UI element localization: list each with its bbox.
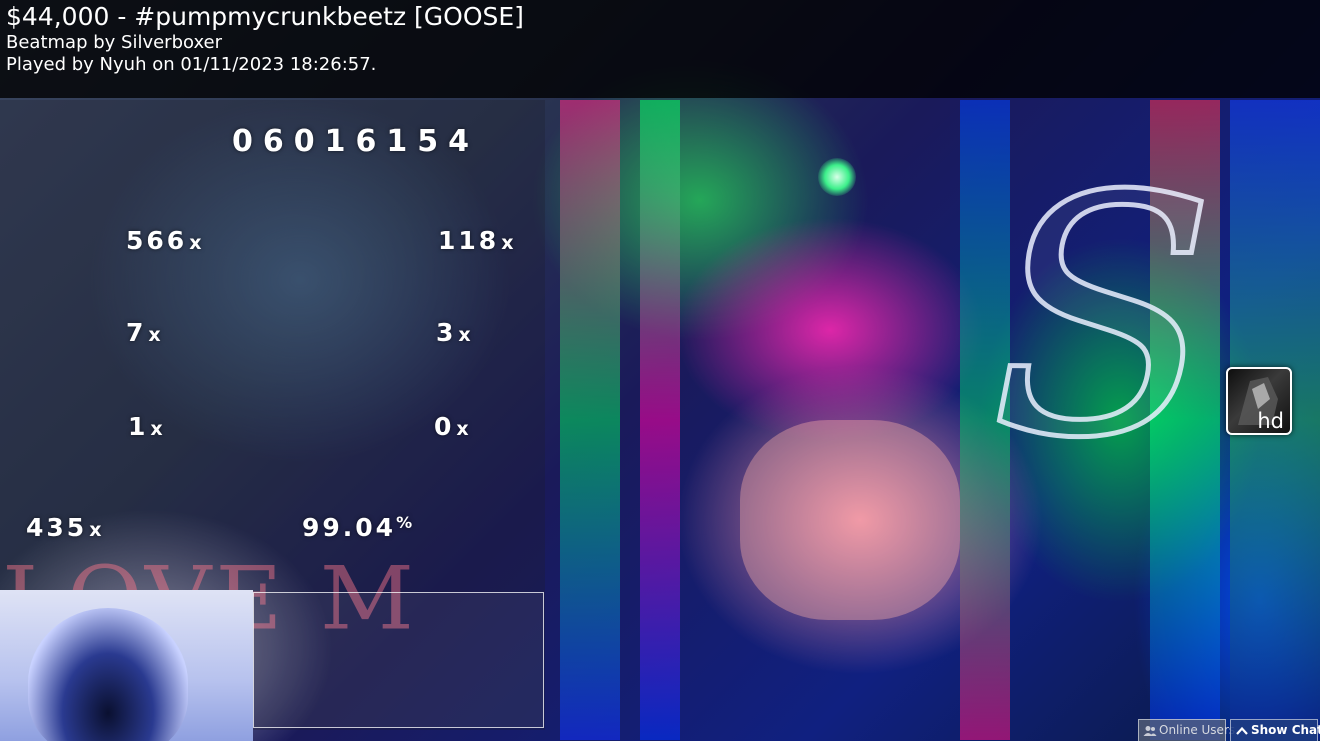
mod-hidden-icon[interactable]: hd — [1226, 367, 1292, 435]
count-50: 1x — [128, 412, 163, 441]
performance-graph — [253, 592, 544, 728]
show-chat-label: Show Chat — [1251, 723, 1320, 737]
multiplier-x: x — [456, 418, 469, 440]
count-miss: 0x — [434, 412, 469, 441]
multiplier-x: x — [89, 519, 102, 541]
count-katu-value: 3 — [436, 318, 457, 347]
accuracy-unit: % — [396, 513, 413, 532]
accuracy: 99.04% — [302, 513, 412, 542]
count-50-value: 1 — [128, 412, 149, 441]
max-combo: 435 x — [26, 513, 101, 542]
accuracy-value: 99.04 — [302, 513, 397, 542]
player-avatar — [0, 590, 253, 741]
glow-dot — [818, 158, 856, 196]
chevron-up-icon — [1236, 726, 1248, 735]
header-bar: $44,000 - #pumpmycrunkbeetz [GOOSE] Beat… — [0, 0, 1320, 98]
count-100: 7x — [126, 318, 161, 347]
multiplier-x: x — [189, 232, 202, 254]
score-value: 06016154 — [232, 124, 479, 159]
multiplier-x: x — [150, 418, 163, 440]
multiplier-x: x — [458, 324, 471, 346]
count-katu: 3x — [436, 318, 471, 347]
count-geki: 118 x — [438, 226, 513, 255]
mod-label: hd — [1257, 409, 1284, 433]
online-users-button[interactable]: Online Users — [1138, 719, 1235, 741]
users-icon — [1143, 725, 1157, 736]
grade-letter: S — [990, 170, 1216, 460]
max-combo-value: 435 — [26, 513, 88, 542]
online-users-label: Online Users — [1159, 723, 1236, 737]
count-100-value: 7 — [126, 318, 147, 347]
grade-s-icon: S — [987, 170, 1218, 460]
beatmap-creator: Beatmap by Silverboxer — [6, 32, 223, 53]
played-by-line: Played by Nyuh on 01/11/2023 18:26:57. — [6, 54, 377, 75]
song-title: $44,000 - #pumpmycrunkbeetz [GOOSE] — [6, 2, 524, 31]
count-300: 566 x — [126, 226, 201, 255]
count-geki-value: 118 — [438, 226, 500, 255]
multiplier-x: x — [148, 324, 161, 346]
count-300-value: 566 — [126, 226, 188, 255]
show-chat-button[interactable]: Show Chat — [1230, 719, 1320, 741]
count-miss-value: 0 — [434, 412, 455, 441]
multiplier-x: x — [501, 232, 514, 254]
